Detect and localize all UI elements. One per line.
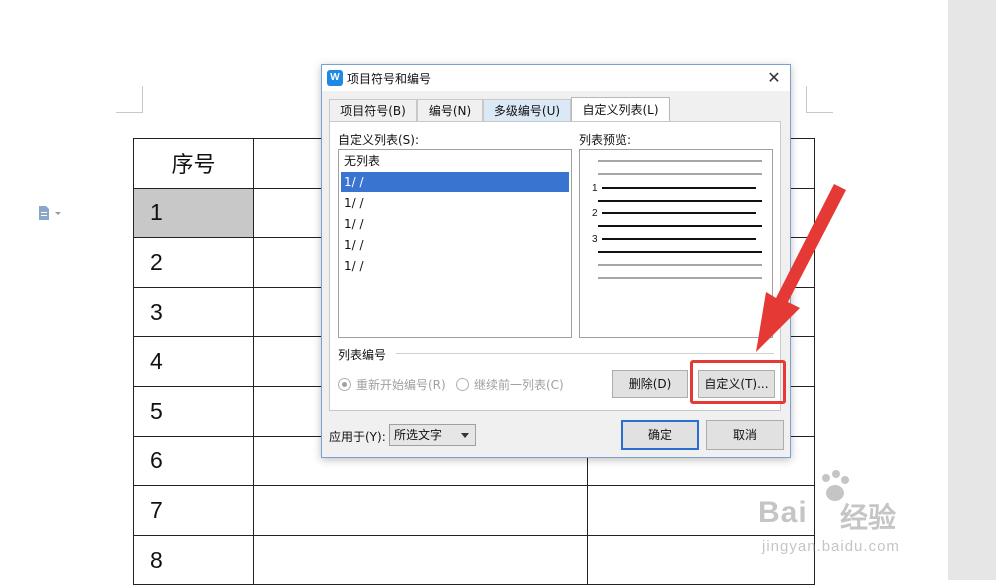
table-cell[interactable]: [253, 485, 588, 536]
preview-line: [598, 160, 762, 162]
list-numbering-label: 列表编号: [338, 346, 391, 363]
preview-line: [598, 264, 762, 266]
radio-continue-label: 继续前一列表(C): [474, 378, 564, 392]
apply-to-label: 应用于(Y):: [329, 430, 386, 444]
table-cell-number[interactable]: 4: [133, 336, 254, 387]
wps-writer-icon: W: [327, 70, 343, 86]
preview-label: 列表预览:: [579, 133, 632, 147]
baidu-jingyan-watermark: Bai 经验 jingyan.baidu.com: [758, 468, 948, 578]
document-options-icon[interactable]: [37, 205, 65, 221]
ok-button[interactable]: 确定: [621, 420, 699, 450]
watermark-logo-suffix: 经验: [840, 501, 897, 534]
red-arrow-annotation: [756, 184, 846, 352]
radio-continue-previous[interactable]: 继续前一列表(C): [456, 376, 564, 393]
tab-custom-list[interactable]: 自定义列表(L): [571, 97, 670, 122]
table-cell-number[interactable]: 8: [133, 534, 254, 585]
custom-list-box[interactable]: 无列表 1/ / 1/ / 1/ / 1/ / 1/ /: [338, 149, 572, 338]
table-cell-number[interactable]: 5: [133, 385, 254, 437]
radio-indicator: [456, 378, 469, 391]
list-item[interactable]: 1/ /: [341, 235, 569, 255]
preview-line: [598, 173, 762, 175]
table-cell-number[interactable]: 3: [133, 286, 254, 338]
list-item[interactable]: 1/ /: [341, 214, 569, 234]
list-item[interactable]: 无列表: [341, 151, 569, 171]
preview-line: [598, 225, 762, 227]
preview-number: 2: [592, 208, 598, 219]
watermark-url: jingyan.baidu.com: [762, 538, 900, 555]
tab-multilevel[interactable]: 多级编号(U): [483, 99, 571, 121]
tab-numbering[interactable]: 编号(N): [417, 99, 483, 121]
delete-button[interactable]: 删除(D): [612, 370, 688, 398]
radio-restart-numbering[interactable]: 重新开始编号(R): [338, 376, 446, 393]
table-cell-number[interactable]: 1: [133, 187, 254, 239]
table-row: 7: [133, 485, 815, 536]
preview-line: [602, 212, 756, 214]
table-cell-number[interactable]: 7: [133, 485, 254, 536]
list-item[interactable]: 1/ /: [341, 172, 569, 192]
preview-line: [598, 251, 762, 253]
tab-bullets[interactable]: 项目符号(B): [329, 99, 417, 121]
preview-line: [602, 238, 756, 240]
page-corner-mark-right: [806, 86, 833, 113]
table-header-cell[interactable]: 序号: [133, 138, 254, 189]
cancel-button[interactable]: 取消: [706, 420, 784, 450]
preview-number: 1: [592, 183, 598, 194]
dialog-titlebar[interactable]: W 项目符号和编号 ✕: [322, 65, 790, 91]
right-gutter: [948, 0, 996, 580]
group-divider: [396, 353, 774, 354]
preview-line: [602, 187, 756, 189]
table-cell-number[interactable]: 6: [133, 435, 254, 487]
table-row: 8: [133, 534, 815, 585]
preview-number: 3: [592, 234, 598, 245]
table-cell[interactable]: [253, 534, 588, 585]
preview-line: [598, 200, 762, 202]
dialog-title: 项目符号和编号: [347, 72, 432, 86]
radio-restart-label: 重新开始编号(R): [356, 378, 446, 392]
apply-to-select[interactable]: 所选文字: [389, 424, 476, 446]
chevron-down-icon: [461, 433, 469, 438]
table-cell-number[interactable]: 2: [133, 237, 254, 288]
apply-to-value: 所选文字: [394, 428, 443, 442]
custom-list-label: 自定义列表(S):: [338, 133, 420, 147]
close-button[interactable]: ✕: [764, 68, 784, 88]
page-corner-mark-left: [116, 86, 143, 113]
radio-indicator: [338, 378, 351, 391]
preview-line: [598, 277, 762, 279]
list-item[interactable]: 1/ /: [341, 193, 569, 213]
watermark-logo: Bai: [758, 496, 808, 529]
list-item[interactable]: 1/ /: [341, 256, 569, 276]
